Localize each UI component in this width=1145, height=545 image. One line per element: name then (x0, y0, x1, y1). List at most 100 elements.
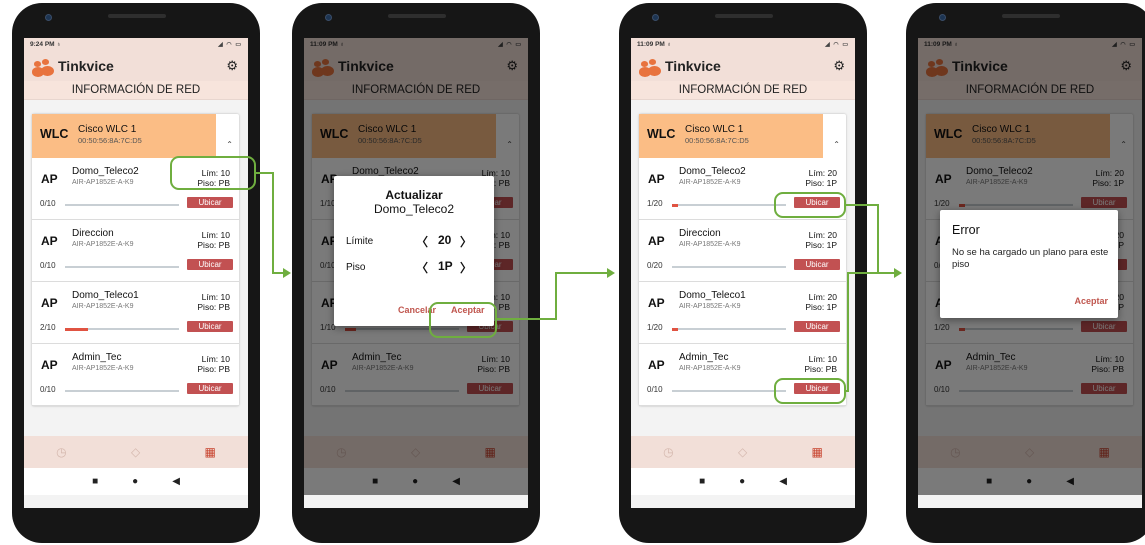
wlc-header[interactable]: WLC Cisco WLC 100:50:56:8A:7C:D5 (32, 114, 216, 158)
annotation-connector (877, 272, 895, 274)
ap-model: AIR-AP1852E-A-K9 (679, 179, 741, 186)
home-icon[interactable]: ● (132, 476, 138, 487)
ap-count: 1/20 (647, 199, 663, 208)
ap-tag: AP (41, 358, 58, 372)
app-bar: Tinkvice ⚙ (24, 51, 248, 81)
back-icon[interactable]: ◀ (172, 476, 180, 487)
ap-row[interactable]: AP Domo_Teleco1 AIR-AP1852E-A-K9 Lím: 20Pis… (639, 282, 846, 344)
wlc-tag: WLC (40, 127, 69, 141)
target-icon[interactable]: ◇ (738, 445, 747, 459)
annotation-connector (496, 318, 556, 320)
ap-floor: Piso: PB (197, 302, 230, 312)
floor-decrease-button[interactable]: 〈 (416, 259, 428, 276)
ap-count: 2/10 (40, 323, 56, 332)
usage-progress-fill (672, 327, 678, 331)
ap-model: AIR-AP1852E-A-K9 (679, 303, 741, 310)
app-title: Tinkvice (665, 58, 721, 74)
chevron-up-icon[interactable]: ⌃ (833, 140, 840, 149)
error-title: Error (952, 223, 980, 237)
ap-tag: AP (648, 172, 665, 186)
limit-decrease-button[interactable]: 〈 (416, 233, 428, 250)
target-icon[interactable]: ◇ (131, 445, 140, 459)
annotation-connector (555, 272, 608, 274)
phone-frame: 11:09 PM ♁◢ ◠ ▭Tinkvice⚙INFORMACIÓN DE R… (906, 3, 1145, 543)
phone-speaker (1002, 14, 1060, 18)
ap-limit: Lím: 20 (808, 230, 837, 240)
usage-progress-bar (672, 327, 786, 331)
network-card: WLC Cisco WLC 100:50:56:8A:7C:D5 ⌃ AP Domo_T… (639, 114, 846, 406)
history-icon[interactable]: ◷ (56, 445, 66, 459)
recents-icon[interactable]: ■ (699, 476, 705, 487)
gear-icon[interactable]: ⚙ (833, 58, 845, 74)
annotation-connector (272, 172, 274, 274)
ubicar-button[interactable]: Ubicar (187, 321, 233, 332)
phone-speaker (108, 14, 166, 18)
error-accept-button[interactable]: Aceptar (1074, 296, 1108, 306)
dialog-title: Actualizar (385, 188, 443, 202)
ap-row[interactable]: AP Direccion AIR-AP1852E-A-K9 Lím: 20Piso: … (639, 220, 846, 282)
chevron-up-icon[interactable]: ⌃ (226, 140, 233, 149)
ap-model: AIR-AP1852E-A-K9 (72, 241, 134, 248)
ubicar-button[interactable]: Ubicar (794, 259, 840, 270)
highlight-accept-button (429, 302, 497, 338)
ap-floor: Piso: 1P (805, 302, 837, 312)
wlc-header[interactable]: WLC Cisco WLC 100:50:56:8A:7C:D5 (639, 114, 823, 158)
phone-screen: 11:09 PM ♁◢ ◠ ▭Tinkvice⚙INFORMACIÓN DE R… (918, 38, 1142, 508)
ap-floor: Piso: PB (804, 364, 837, 374)
bottom-tab-bar: ◷ ◇ ▦ (631, 436, 855, 468)
error-dialog: Error No se ha cargado un plano para este… (940, 210, 1118, 318)
ap-model: AIR-AP1852E-A-K9 (72, 365, 134, 372)
phone-screen: 9:24 PM ♁ ◢ ◠ ▭ Tinkvice ⚙ INFORMACIÓN DE RE… (24, 38, 248, 508)
error-message: No se ha cargado un plano para este piso (952, 247, 1109, 270)
ap-limit: Lím: 10 (808, 354, 837, 364)
highlight-ap-limits (170, 156, 256, 190)
limit-label: Límite (346, 236, 374, 247)
wlc-mac: 00:50:56:8A:7C:D5 (685, 136, 749, 145)
ap-count: 0/20 (647, 261, 663, 270)
users-logo-icon (639, 58, 661, 77)
ap-limit: Lím: 10 (201, 354, 230, 364)
wlc-name: Cisco WLC 1 (685, 124, 744, 135)
system-nav-bar: ■ ● ◀ (24, 468, 248, 495)
page-subtitle: INFORMACIÓN DE RED (631, 81, 855, 100)
ap-floor: Piso: 1P (805, 178, 837, 188)
ubicar-button[interactable]: Ubicar (794, 321, 840, 332)
ap-limit: Lím: 20 (808, 292, 837, 302)
ap-name: Direccion (679, 228, 721, 239)
ap-tag: AP (41, 296, 58, 310)
ap-tag: AP (41, 172, 58, 186)
phone-screen: 11:09 PM ♁◢ ◠ ▭ Tinkvice ⚙ INFORMACIÓN DE R… (631, 38, 855, 508)
ap-row[interactable]: AP Domo_Teleco1 AIR-AP1852E-A-K9 Lím: 10Pis… (32, 282, 239, 344)
phone-screen: 11:09 PM ♁◢ ◠ ▭Tinkvice⚙INFORMACIÓN DE R… (304, 38, 528, 508)
ap-row[interactable]: AP Direccion AIR-AP1852E-A-K9 Lím: 10Piso: … (32, 220, 239, 282)
app-title: Tinkvice (58, 58, 114, 74)
ap-floor: Piso: 1P (805, 240, 837, 250)
usage-progress-bar (672, 266, 786, 268)
phone-camera (939, 14, 946, 21)
recents-icon[interactable]: ■ (92, 476, 98, 487)
phone-frame: 11:09 PM ♁◢ ◠ ▭ Tinkvice ⚙ INFORMACIÓN DE R… (619, 3, 867, 543)
wlc-tag: WLC (647, 127, 676, 141)
gear-icon[interactable]: ⚙ (226, 58, 238, 74)
ap-row[interactable]: AP Admin_Tec AIR-AP1852E-A-K9 Lím: 10Piso: … (32, 344, 239, 406)
ubicar-button[interactable]: Ubicar (187, 259, 233, 270)
ubicar-button[interactable]: Ubicar (187, 383, 233, 394)
floor-increase-button[interactable]: 〉 (460, 259, 472, 276)
building-icon[interactable]: ▦ (205, 445, 216, 459)
limit-increase-button[interactable]: 〉 (460, 233, 472, 250)
floor-label: Piso (346, 262, 366, 273)
back-icon[interactable]: ◀ (779, 476, 787, 487)
ap-model: AIR-AP1852E-A-K9 (72, 179, 134, 186)
history-icon[interactable]: ◷ (663, 445, 673, 459)
home-icon[interactable]: ● (739, 476, 745, 487)
status-time: 9:24 PM ♁ (30, 41, 62, 48)
annotation-connector (555, 272, 557, 320)
usage-progress-bar (672, 203, 786, 207)
highlight-ubicar-1 (774, 192, 846, 218)
ap-model: AIR-AP1852E-A-K9 (679, 241, 741, 248)
phone-speaker (388, 14, 446, 18)
building-icon[interactable]: ▦ (812, 445, 823, 459)
ubicar-button[interactable]: Ubicar (187, 197, 233, 208)
phone-camera (45, 14, 52, 21)
status-bar: 11:09 PM ♁ ◢ ◠ ▭ (631, 38, 855, 51)
